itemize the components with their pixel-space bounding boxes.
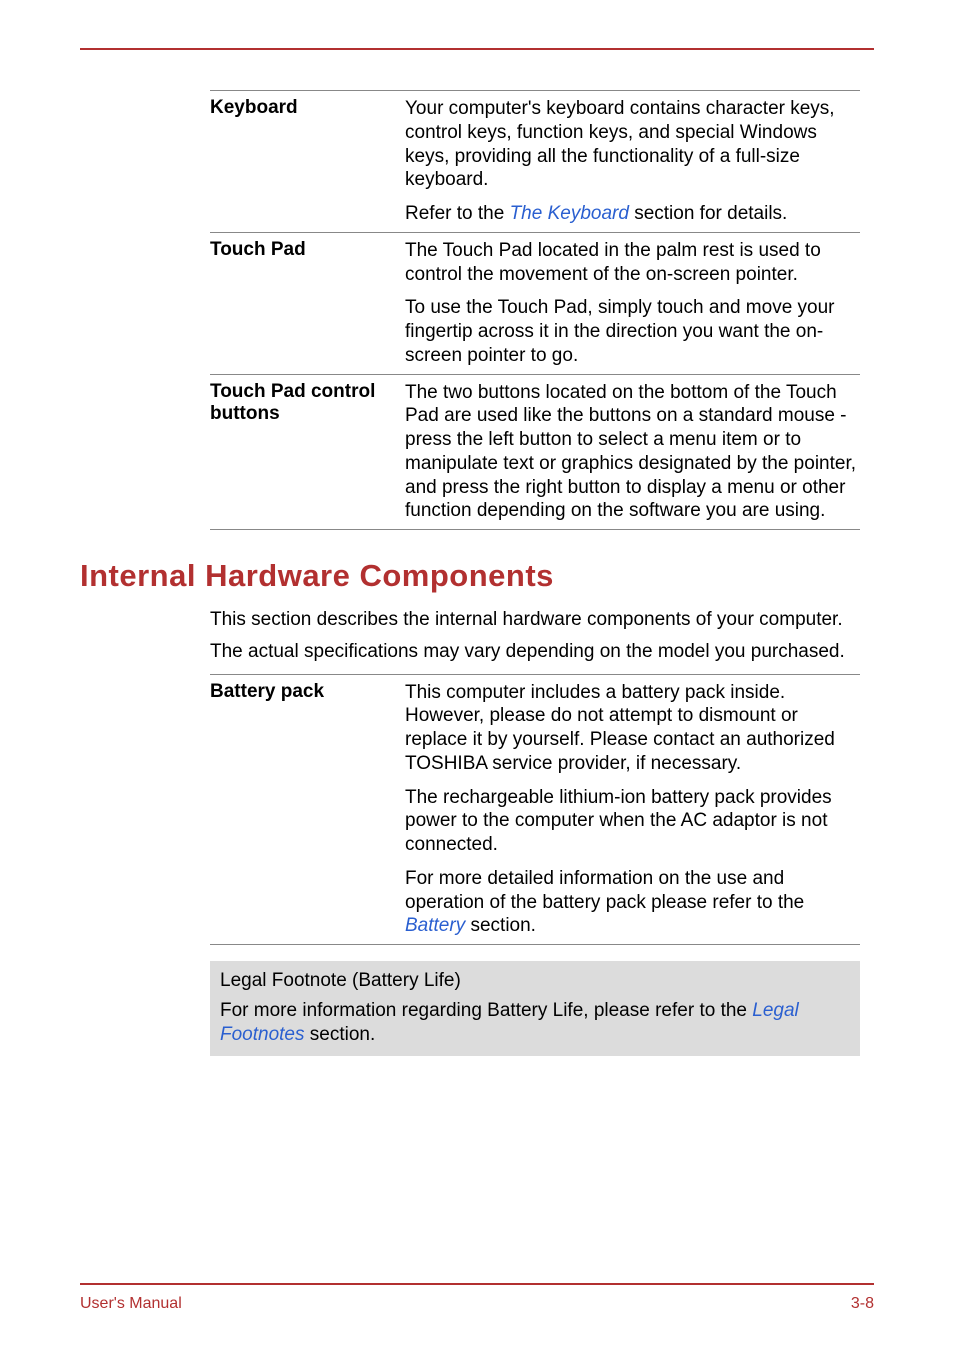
bottom-divider [80,1283,874,1285]
desc-text: This computer includes a battery pack in… [405,682,835,774]
section-heading: Internal Hardware Components [80,558,874,594]
note-text: For more information regarding Battery L… [220,1000,752,1021]
row-desc: Your computer's keyboard contains charac… [405,91,860,232]
desc-text: section for details. [629,203,787,224]
intro-para-2: The actual specifications may vary depen… [210,640,860,664]
table-row: Battery pack This computer includes a ba… [210,675,860,945]
desc-text: The rechargeable lithium-ion battery pac… [405,787,832,856]
legal-footnote-box: Legal Footnote (Battery Life) For more i… [210,961,860,1056]
desc-text: Your computer's keyboard contains charac… [405,98,835,190]
table-row: Touch Pad The Touch Pad located in the p… [210,233,860,374]
row-label: Touch Pad [210,233,405,374]
link-battery[interactable]: Battery [405,915,465,936]
row-desc: This computer includes a battery pack in… [405,675,860,945]
desc-text: For more detailed information on the use… [405,868,804,913]
desc-text: The Touch Pad located in the palm rest i… [405,240,821,285]
link-the-keyboard[interactable]: The Keyboard [510,203,629,224]
components-table-1: Keyboard Your computer's keyboard contai… [210,90,860,530]
top-divider [80,48,874,50]
components-table-2: Battery pack This computer includes a ba… [210,674,860,946]
desc-text: section. [465,915,536,936]
page-footer: User's Manual 3-8 [80,1295,874,1313]
row-desc: The two buttons located on the bottom of… [405,375,860,530]
table-row: Keyboard Your computer's keyboard contai… [210,91,860,232]
note-text: section. [305,1024,376,1045]
desc-text: The two buttons located on the bottom of… [405,382,856,522]
footer-left: User's Manual [80,1295,182,1313]
row-desc: The Touch Pad located in the palm rest i… [405,233,860,374]
intro-para-1: This section describes the internal hard… [210,608,860,632]
note-title: Legal Footnote (Battery Life) [220,969,850,993]
table-row: Touch Pad control buttons The two button… [210,375,860,530]
desc-text: To use the Touch Pad, simply touch and m… [405,297,835,366]
row-label: Battery pack [210,675,405,945]
page-content: Keyboard Your computer's keyboard contai… [80,90,874,1056]
footer-right: 3-8 [851,1295,874,1313]
desc-text: Refer to the [405,203,510,224]
row-label: Keyboard [210,91,405,232]
row-label: Touch Pad control buttons [210,375,405,530]
